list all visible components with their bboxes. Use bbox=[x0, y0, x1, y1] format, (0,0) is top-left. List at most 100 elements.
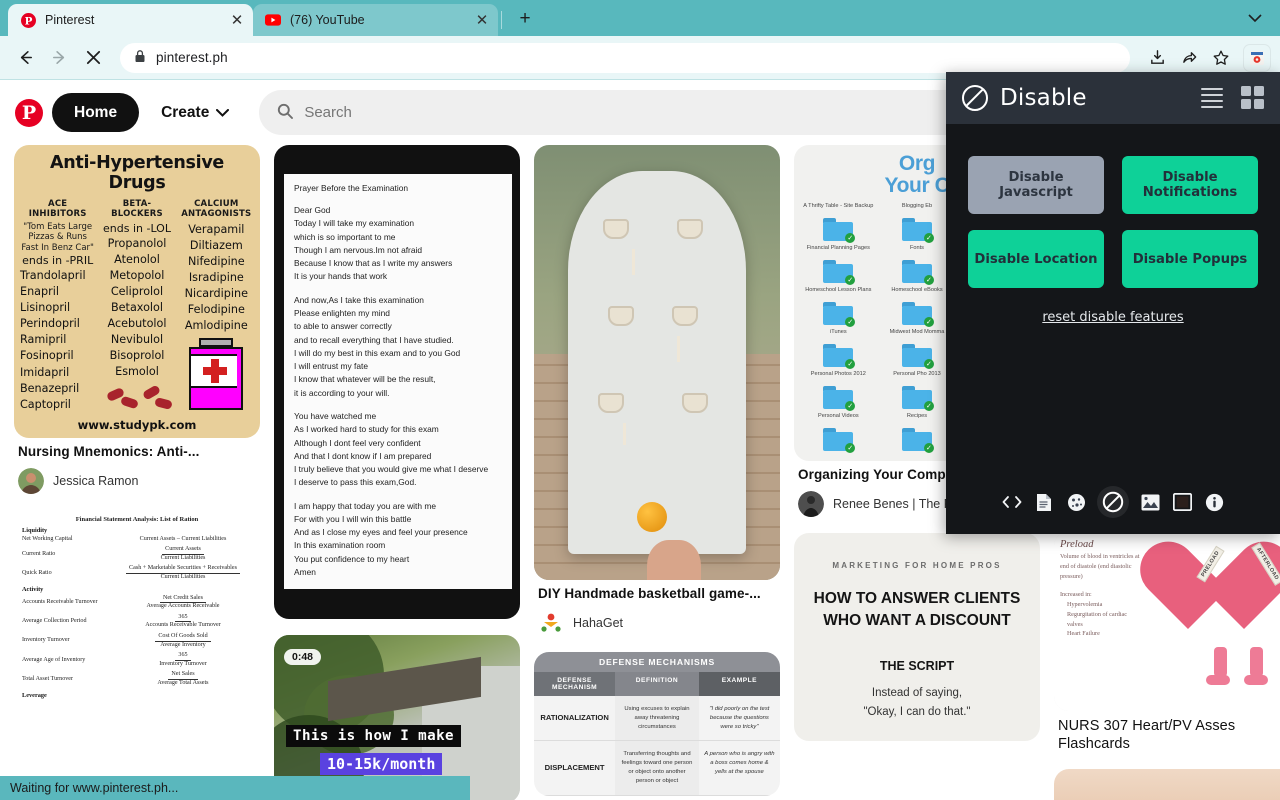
folder-item: Recipes ✓ bbox=[879, 413, 956, 454]
beta-list: Propanolol Atenolol Metopolol Celiprolol… bbox=[99, 236, 174, 380]
drug-item: Bisoprolol bbox=[109, 348, 165, 362]
info-icon[interactable] bbox=[1203, 491, 1225, 513]
disable-popups-button[interactable]: Disable Popups bbox=[1122, 230, 1258, 288]
drug-item: Diltiazem bbox=[189, 238, 243, 252]
drug-item: Acebutolol bbox=[107, 316, 167, 330]
formula-numerator: Cost Of Goods Sold bbox=[155, 633, 211, 642]
defense-table-header: DEFENSE MECHANISM DEFINITION EXAMPLE bbox=[534, 671, 780, 696]
capsules-decoration bbox=[99, 380, 174, 414]
folder-label: Personal Pho 2013 bbox=[893, 371, 941, 378]
code-icon[interactable] bbox=[1001, 491, 1023, 513]
drug-item: Nicardipine bbox=[184, 286, 248, 300]
pin-card-heart[interactable]: Preload Volume of blood in ventricles at… bbox=[1054, 531, 1280, 753]
folder-label: A Thrifty Table - Site Backup bbox=[803, 203, 874, 210]
pin-title-line2[interactable]: Flashcards bbox=[1058, 735, 1280, 753]
disable-extension-popup: Disable Disable Javascript Disable Notif… bbox=[946, 72, 1280, 534]
folder-item: iTunes ✓ bbox=[800, 329, 877, 370]
folder-label: Homeschool eBooks bbox=[891, 287, 943, 294]
pin-image[interactable] bbox=[1054, 769, 1280, 800]
tab-close-button[interactable]: ✕ bbox=[229, 13, 245, 28]
tab-title: (76) YouTube bbox=[290, 13, 365, 27]
pin-card-prayer[interactable]: Prayer Before the Examination Dear God T… bbox=[274, 145, 520, 620]
image-icon[interactable] bbox=[1139, 491, 1161, 513]
tab-close-button[interactable]: ✕ bbox=[474, 13, 490, 28]
pin-card-discount[interactable]: MARKETING FOR HOME PROS HOW TO ANSWER CL… bbox=[794, 532, 1040, 742]
forward-button[interactable] bbox=[44, 43, 74, 73]
new-tab-button[interactable]: + bbox=[511, 5, 539, 33]
folder-icon: ✓ bbox=[823, 386, 856, 412]
drug-item: Ramipril bbox=[20, 333, 67, 347]
nav-home-button[interactable]: Home bbox=[52, 92, 140, 133]
pin-image[interactable] bbox=[534, 145, 780, 580]
pinterest-logo[interactable]: P bbox=[14, 98, 44, 128]
pin-image[interactable]: Anti-Hypertensive Drugs ACE Inhibitors "… bbox=[14, 145, 260, 438]
folder-icon: ✓ bbox=[901, 260, 934, 286]
bookmark-star-icon[interactable] bbox=[1206, 43, 1236, 73]
prayer-stanza: Dear God Today I will take my examinatio… bbox=[294, 205, 453, 282]
formula-denominator: Inventory Turnover bbox=[159, 660, 207, 667]
tab-youtube[interactable]: (76) YouTube ✕ bbox=[253, 4, 498, 36]
author-name: Jessica Ramon bbox=[53, 473, 139, 488]
document-icon[interactable] bbox=[1033, 491, 1055, 513]
folder-item: Personal Videos ✓ bbox=[800, 413, 877, 454]
pin-title[interactable]: DIY Handmade basketball game-... bbox=[538, 586, 776, 603]
cookie-icon[interactable] bbox=[1065, 491, 1087, 513]
pin-image[interactable]: Preload Volume of blood in ventricles at… bbox=[1054, 531, 1280, 711]
pin-image[interactable]: MARKETING FOR HOME PROS HOW TO ANSWER CL… bbox=[794, 532, 1040, 742]
drug-chart-heading: Anti-Hypertensive Drugs bbox=[50, 153, 224, 193]
extension-icon[interactable] bbox=[1244, 44, 1270, 71]
list-view-icon[interactable] bbox=[1201, 84, 1223, 111]
finance-row: Net Working Capital Current Assets – Cur… bbox=[22, 536, 252, 544]
pin-card-defense[interactable]: DEFENSE MECHANISMS DEFENSE MECHANISM DEF… bbox=[534, 651, 780, 796]
calcium-list: Verapamil Diltiazem Nifedipine Isradipin… bbox=[179, 222, 254, 334]
back-button[interactable] bbox=[10, 43, 40, 73]
finance-row: Inventory Turnover Cost Of Goods Sold Av… bbox=[22, 633, 252, 649]
grid-view-icon[interactable] bbox=[1241, 86, 1264, 110]
cell-mechanism: RATIONALIZATION bbox=[540, 713, 609, 723]
pin-image[interactable]: DEFENSE MECHANISMS DEFENSE MECHANISM DEF… bbox=[534, 651, 780, 796]
address-bar[interactable]: pinterest.ph bbox=[120, 42, 1130, 73]
finance-row-label: Accounts Receivable Turnover bbox=[22, 599, 98, 606]
prayer-stanza: And now,As I take this examination Pleas… bbox=[294, 294, 461, 398]
drug-item: Celiprolol bbox=[110, 284, 164, 298]
stop-loading-button[interactable] bbox=[78, 43, 108, 73]
frame-icon[interactable] bbox=[1171, 491, 1193, 513]
disable-location-button[interactable]: Disable Location bbox=[968, 230, 1104, 288]
pin-card-drugs[interactable]: Anti-Hypertensive Drugs ACE Inhibitors "… bbox=[14, 145, 260, 494]
share-icon[interactable] bbox=[1174, 43, 1204, 73]
pin-meta: NURS 307 Heart/PV Asses Flashcards bbox=[1054, 711, 1280, 753]
tab-pinterest[interactable]: P Pinterest ✕ bbox=[8, 4, 253, 36]
prayer-stanza: I am happy that today you are with me Fo… bbox=[294, 500, 468, 578]
pin-author[interactable]: Jessica Ramon bbox=[18, 467, 256, 494]
nav-create-button[interactable]: Create bbox=[147, 92, 243, 134]
pin-title-line1[interactable]: NURS 307 Heart/PV Asses bbox=[1058, 717, 1280, 735]
svg-text:P: P bbox=[22, 102, 36, 124]
install-icon[interactable] bbox=[1142, 43, 1172, 73]
extension-footer-toolbar bbox=[946, 476, 1280, 534]
chevron-down-icon[interactable] bbox=[1240, 11, 1270, 26]
ace-ends: ends in -PRIL bbox=[22, 254, 94, 268]
formula-numerator: Current Assets bbox=[162, 546, 204, 555]
pin-card-finance[interactable]: Financial Statement Analysis: List of Ra… bbox=[14, 509, 260, 733]
finance-row-formula: Cash + Marketable Securities + Receivabl… bbox=[114, 565, 252, 581]
pin-image[interactable]: Prayer Before the Examination Dear God T… bbox=[274, 145, 520, 620]
folder-item: Homeschool Lesson Plans ✓ bbox=[800, 287, 877, 328]
pin-author[interactable]: HahaGet bbox=[538, 609, 776, 636]
formula-numerator: 365 bbox=[175, 652, 191, 661]
finance-heading: Financial Statement Analysis: List of Ra… bbox=[75, 515, 199, 523]
reset-disable-features-link[interactable]: reset disable features bbox=[968, 310, 1258, 325]
disable-notifications-button[interactable]: Disable Notifications bbox=[1122, 156, 1258, 214]
drug-item: Enapril bbox=[20, 285, 59, 299]
pin-card-partial-bottom[interactable] bbox=[1054, 769, 1280, 800]
pin-title[interactable]: Nursing Mnemonics: Anti-... bbox=[18, 444, 256, 461]
pin-card-basketball[interactable]: DIY Handmade basketball game-... HahaGet bbox=[534, 145, 780, 636]
drug-item: Nevibulol bbox=[110, 332, 164, 346]
pin-column-1: Anti-Hypertensive Drugs ACE Inhibitors "… bbox=[14, 145, 260, 733]
column-header: DEFENSE MECHANISM bbox=[534, 671, 616, 696]
ban-circle-icon[interactable] bbox=[1097, 486, 1129, 518]
cell-example: "I did poorly on the test because the qu… bbox=[709, 705, 770, 730]
disable-javascript-button[interactable]: Disable Javascript bbox=[968, 156, 1104, 214]
pin-image[interactable]: Financial Statement Analysis: List of Ra… bbox=[14, 509, 260, 733]
drug-column-ace: ACE Inhibitors "Tom Eats Large Pizzas & … bbox=[20, 199, 95, 414]
ace-quote: "Tom Eats Large Pizzas & Runs Fast In Be… bbox=[21, 221, 94, 253]
